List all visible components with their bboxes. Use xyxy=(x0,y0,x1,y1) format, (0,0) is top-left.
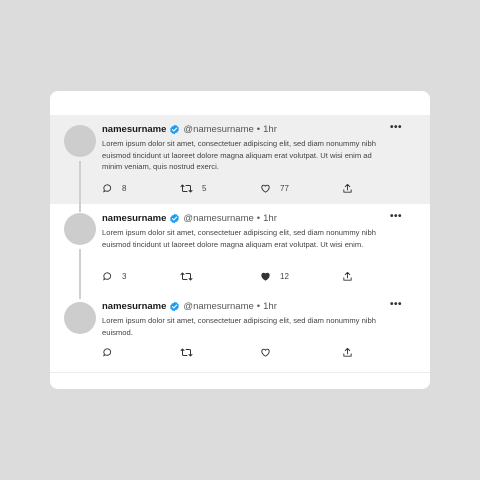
tweet-actions xyxy=(102,347,362,361)
tweet-thread-card: namesurname @namesurname • 1hr ••• Lorem… xyxy=(50,91,430,389)
reply-button[interactable]: 3 xyxy=(102,271,126,282)
tweet-2[interactable]: namesurname @namesurname • 1hr ••• Lorem… xyxy=(50,204,430,292)
reply-icon xyxy=(102,271,113,282)
retweet-count: 5 xyxy=(202,184,207,193)
more-icon[interactable]: ••• xyxy=(390,122,402,133)
verified-badge-icon xyxy=(169,213,180,224)
retweet-button[interactable] xyxy=(180,271,193,282)
share-button[interactable] xyxy=(342,347,353,358)
timestamp[interactable]: 1hr xyxy=(263,213,277,224)
retweet-icon xyxy=(180,271,193,282)
verified-badge-icon xyxy=(169,124,180,135)
like-count: 12 xyxy=(280,272,289,281)
separator: • xyxy=(256,213,261,224)
like-count: 77 xyxy=(280,184,289,193)
avatar[interactable] xyxy=(64,302,96,334)
like-button[interactable]: 12 xyxy=(260,271,289,282)
tweet-text: Lorem ipsum dolor sit amet, consectetuer… xyxy=(102,139,376,171)
reply-count: 8 xyxy=(122,184,127,193)
display-name[interactable]: namesurname xyxy=(102,301,166,312)
retweet-icon xyxy=(180,347,193,358)
more-icon[interactable]: ••• xyxy=(390,211,402,222)
reply-icon xyxy=(102,347,113,358)
avatar[interactable] xyxy=(64,125,96,157)
reply-icon xyxy=(102,183,113,194)
share-icon xyxy=(342,271,353,282)
reply-count: 3 xyxy=(122,272,127,281)
more-icon[interactable]: ••• xyxy=(390,299,402,310)
like-icon xyxy=(260,347,271,358)
timestamp[interactable]: 1hr xyxy=(263,301,277,312)
share-button[interactable] xyxy=(342,271,353,282)
thread-line xyxy=(79,204,81,212)
share-icon xyxy=(342,183,353,194)
handle[interactable]: @namesurname xyxy=(183,124,253,135)
separator: • xyxy=(256,124,261,135)
avatar[interactable] xyxy=(64,213,96,245)
handle[interactable]: @namesurname xyxy=(183,213,253,224)
tweet-actions: 8 5 77 xyxy=(102,183,362,197)
tweet-header: namesurname @namesurname • 1hr xyxy=(102,213,277,224)
tweet-1[interactable]: namesurname @namesurname • 1hr ••• Lorem… xyxy=(50,115,430,204)
share-icon xyxy=(342,347,353,358)
display-name[interactable]: namesurname xyxy=(102,213,166,224)
reply-button[interactable] xyxy=(102,347,113,358)
reply-button[interactable]: 8 xyxy=(102,183,126,194)
like-button[interactable]: 77 xyxy=(260,183,289,194)
retweet-button[interactable] xyxy=(180,347,193,358)
divider xyxy=(50,372,430,373)
handle[interactable]: @namesurname xyxy=(183,301,253,312)
verified-badge-icon xyxy=(169,301,180,312)
like-icon xyxy=(260,183,271,194)
thread-line xyxy=(79,292,81,299)
thread-line xyxy=(79,249,81,292)
tweet-header: namesurname @namesurname • 1hr xyxy=(102,301,277,312)
separator: • xyxy=(256,301,261,312)
like-button[interactable] xyxy=(260,347,271,358)
tweet-3[interactable]: namesurname @namesurname • 1hr ••• Lorem… xyxy=(50,292,430,368)
tweet-actions: 3 12 xyxy=(102,271,362,285)
retweet-icon xyxy=(180,183,193,194)
display-name[interactable]: namesurname xyxy=(102,124,166,135)
tweet-text: Lorem ipsum dolor sit amet, consectetuer… xyxy=(102,316,376,337)
like-icon xyxy=(260,271,271,282)
retweet-button[interactable]: 5 xyxy=(180,183,206,194)
share-button[interactable] xyxy=(342,183,353,194)
timestamp[interactable]: 1hr xyxy=(263,124,277,135)
tweet-header: namesurname @namesurname • 1hr xyxy=(102,124,277,135)
thread-line xyxy=(79,161,81,204)
tweet-text: Lorem ipsum dolor sit amet, consectetuer… xyxy=(102,228,376,249)
